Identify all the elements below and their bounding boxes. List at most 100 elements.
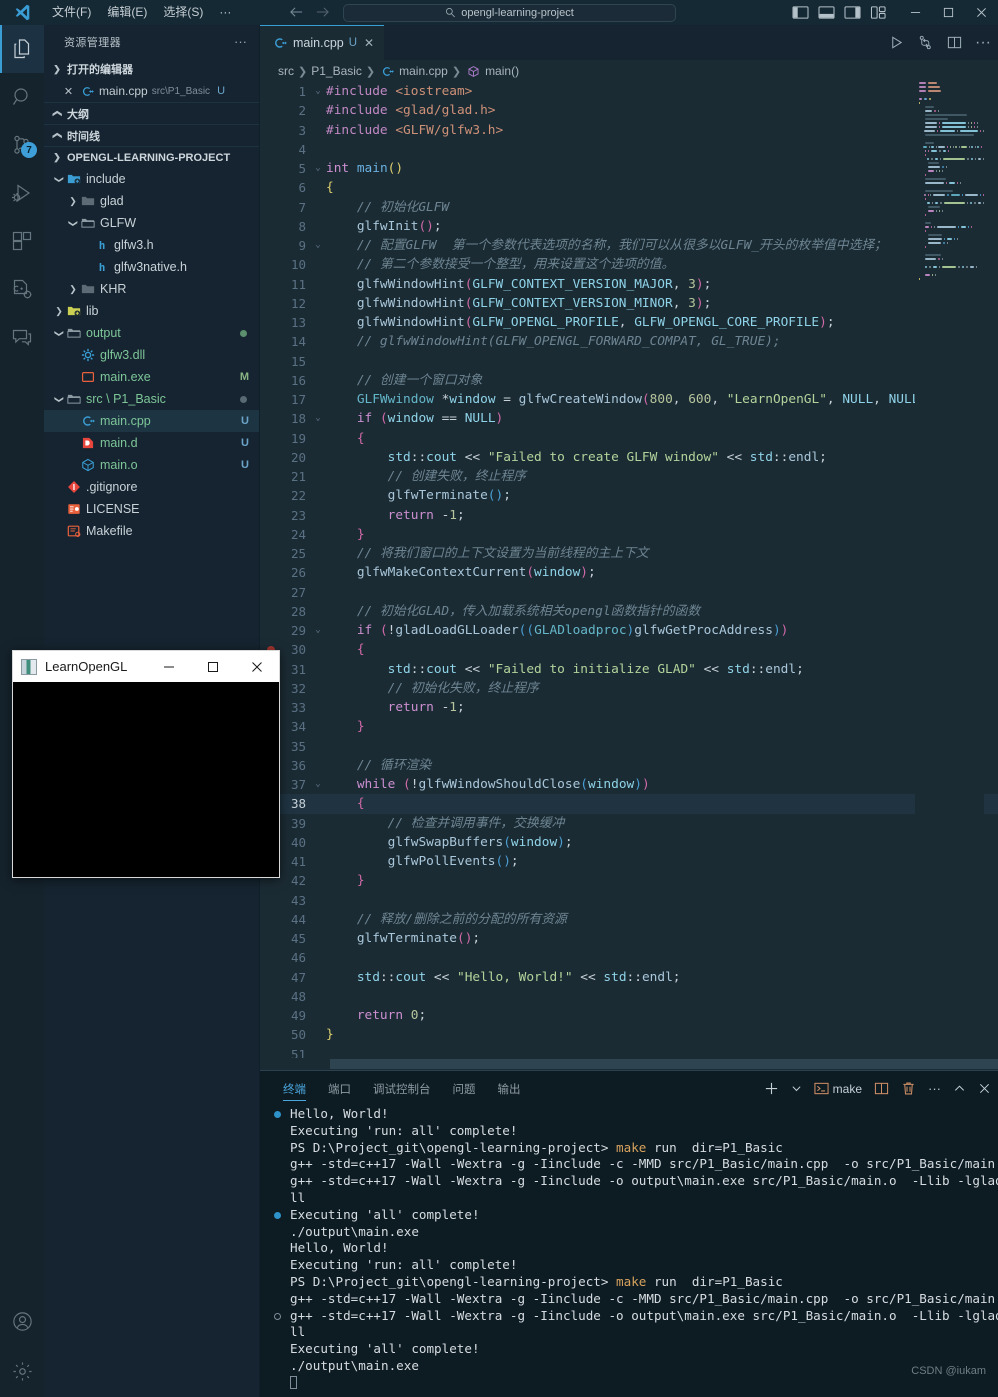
- trash-icon[interactable]: [896, 1071, 921, 1106]
- code-line[interactable]: 25 // 将我们窗口的上下文设置为当前线程的主上下文: [260, 544, 998, 563]
- tree-item--gitignore[interactable]: .gitignore: [44, 476, 259, 498]
- code-line[interactable]: 28 // 初始化GLAD，传入加载系统相关opengl函数指针的函数: [260, 602, 998, 621]
- sidebar-item-source-control[interactable]: 7: [0, 121, 44, 169]
- code-line[interactable]: 21 // 创建失败，终止程序: [260, 467, 998, 486]
- code-line[interactable]: 46: [260, 948, 998, 967]
- tree-item-main-exe[interactable]: main.exe M: [44, 366, 259, 388]
- chevron-down-icon[interactable]: ❯: [54, 392, 65, 406]
- window-minimize-button[interactable]: [899, 0, 932, 25]
- tab-close-icon[interactable]: ✕: [364, 36, 374, 50]
- code-line[interactable]: 35: [260, 737, 998, 756]
- tree-item-khr[interactable]: ❯ KHR: [44, 278, 259, 300]
- tree-item-glfw[interactable]: ❯ GLFW: [44, 212, 259, 234]
- code-line[interactable]: 29 ⌄ if (!gladLoadGLLoader((GLADloadproc)…: [260, 621, 998, 640]
- code-line[interactable]: 16 // 创建一个窗口对象: [260, 371, 998, 390]
- sidebar-item-extensions[interactable]: [0, 217, 44, 265]
- tree-item-glfw3native-h[interactable]: h glfw3native.h: [44, 256, 259, 278]
- sidebar-item-cpp-tools[interactable]: [0, 265, 44, 313]
- window-close-button[interactable]: [965, 0, 998, 25]
- minimize-button[interactable]: [147, 651, 191, 682]
- customize-layout-icon[interactable]: [870, 5, 887, 20]
- sidebar-item-chat[interactable]: [0, 313, 44, 361]
- arrow-right-icon[interactable]: [309, 0, 335, 25]
- code-viewport[interactable]: 1 ⌄ #include <iostream> 2 #include <glad/gla…: [260, 82, 998, 1070]
- code-line[interactable]: 1 ⌄ #include <iostream>: [260, 82, 998, 101]
- fold-chevron-icon[interactable]: ⌄: [312, 621, 324, 640]
- code-line[interactable]: 34 }: [260, 717, 998, 736]
- sidebar-item-explorer[interactable]: [0, 25, 44, 73]
- editor-vertical-scrollbar[interactable]: [984, 82, 998, 1070]
- chevron-down-icon[interactable]: ❯: [54, 172, 65, 186]
- breadcrumb-maincpp[interactable]: main.cpp: [399, 64, 448, 78]
- run-icon[interactable]: [883, 25, 909, 60]
- code-line[interactable]: 38 {: [260, 794, 998, 814]
- sidebar-more-icon[interactable]: ···: [234, 35, 247, 48]
- code-line[interactable]: 40 glfwSwapBuffers(window);: [260, 833, 998, 852]
- search-input[interactable]: opengl-learning-project: [343, 3, 676, 22]
- code-line[interactable]: 33 return -1;: [260, 698, 998, 717]
- code-line[interactable]: 3 #include <GLFW/glfw3.h>: [260, 121, 998, 140]
- learnopengl-window[interactable]: LearnOpenGL: [12, 650, 280, 878]
- code-line[interactable]: 13 glfwWindowHint(GLFW_OPENGL_PROFILE, G…: [260, 313, 998, 332]
- split-terminal-icon[interactable]: [869, 1071, 894, 1106]
- code-line[interactable]: 5 ⌄ int main(): [260, 159, 998, 178]
- toggle-panel-icon[interactable]: [818, 5, 835, 20]
- tree-item-lib[interactable]: ❯ lib: [44, 300, 259, 322]
- fold-chevron-icon[interactable]: ⌄: [312, 409, 324, 428]
- chevron-right-icon[interactable]: ❯: [66, 284, 80, 295]
- code-line[interactable]: 45 glfwTerminate();: [260, 929, 998, 948]
- tree-item-glfw3-h[interactable]: h glfw3.h: [44, 234, 259, 256]
- tab-main-cpp[interactable]: main.cpp U ✕: [260, 25, 385, 60]
- code-line[interactable]: 50}: [260, 1025, 998, 1044]
- menu-file[interactable]: 文件(F): [44, 0, 99, 25]
- close-icon[interactable]: ✕: [62, 85, 75, 98]
- code-line[interactable]: 37 ⌄ while (!glfwWindowShouldClose(window…: [260, 775, 998, 794]
- fold-chevron-icon[interactable]: ⌄: [312, 236, 324, 255]
- settings-gear-icon[interactable]: [0, 1345, 44, 1397]
- arrow-left-icon[interactable]: [283, 0, 309, 25]
- code-line[interactable]: 49 return 0;: [260, 1006, 998, 1025]
- section-open-editors[interactable]: ❯ 打开的编辑器: [44, 58, 259, 80]
- code-line[interactable]: 43: [260, 891, 998, 910]
- editor-horizontal-scrollbar[interactable]: [260, 1058, 998, 1070]
- tab-output[interactable]: 输出: [487, 1071, 532, 1106]
- tree-item-output[interactable]: ❯ output: [44, 322, 259, 344]
- code-line[interactable]: 41 glfwPollEvents();: [260, 852, 998, 871]
- window-maximize-button[interactable]: [932, 0, 965, 25]
- code-line[interactable]: 27: [260, 583, 998, 602]
- code-line[interactable]: 6{: [260, 178, 998, 197]
- sidebar-item-run-debug[interactable]: [0, 169, 44, 217]
- maximize-button[interactable]: [191, 651, 235, 682]
- code-line[interactable]: 32 // 初始化失败，终止程序: [260, 679, 998, 698]
- tree-item-license[interactable]: LICENSE: [44, 498, 259, 520]
- code-line[interactable]: 2 #include <glad/glad.h>: [260, 101, 998, 120]
- code-line[interactable]: 42 }: [260, 871, 998, 890]
- code-line[interactable]: 20 std::cout << "Failed to create GLFW w…: [260, 448, 998, 467]
- terminal-shell-selector[interactable]: make: [809, 1071, 867, 1106]
- code-line[interactable]: 11 glfwWindowHint(GLFW_CONTEXT_VERSION_M…: [260, 275, 998, 294]
- menu-edit[interactable]: 编辑(E): [99, 0, 155, 25]
- chevron-down-icon[interactable]: ❯: [54, 326, 65, 340]
- accounts-icon[interactable]: [0, 1297, 44, 1345]
- more-actions-icon[interactable]: ···: [970, 25, 996, 60]
- code-line[interactable]: 10 // 第二个参数接受一个整型，用来设置这个选项的值。: [260, 255, 998, 274]
- tree-item-src-p1_basic[interactable]: ❯ src \ P1_Basic: [44, 388, 259, 410]
- chevron-down-icon[interactable]: [786, 1071, 807, 1106]
- code-line[interactable]: 47 std::cout << "Hello, World!" << std::…: [260, 968, 998, 987]
- toggle-secondary-sidebar-icon[interactable]: [844, 5, 861, 20]
- code-line[interactable]: 8 glfwInit();: [260, 217, 998, 236]
- code-line[interactable]: 18 ⌄ if (window == NULL): [260, 409, 998, 428]
- chevron-up-icon[interactable]: [948, 1071, 971, 1106]
- scrollbar-thumb[interactable]: [330, 1059, 998, 1069]
- tree-item-glad[interactable]: ❯ glad: [44, 190, 259, 212]
- code-line[interactable]: 7 // 初始化GLFW: [260, 198, 998, 217]
- code-line[interactable]: 48: [260, 987, 998, 1006]
- learnopengl-titlebar[interactable]: LearnOpenGL: [13, 651, 279, 682]
- code-line[interactable]: 17 GLFWwindow *window = glfwCreateWindow…: [260, 390, 998, 409]
- split-editor-icon[interactable]: [941, 25, 967, 60]
- code-line[interactable]: 36 // 循环渲染: [260, 756, 998, 775]
- breadcrumb-main-symbol[interactable]: main(): [485, 64, 519, 78]
- code-line[interactable]: 19 {: [260, 429, 998, 448]
- chevron-down-icon[interactable]: ❯: [68, 216, 79, 230]
- code-line[interactable]: 31 std::cout << "Failed to initialize GL…: [260, 660, 998, 679]
